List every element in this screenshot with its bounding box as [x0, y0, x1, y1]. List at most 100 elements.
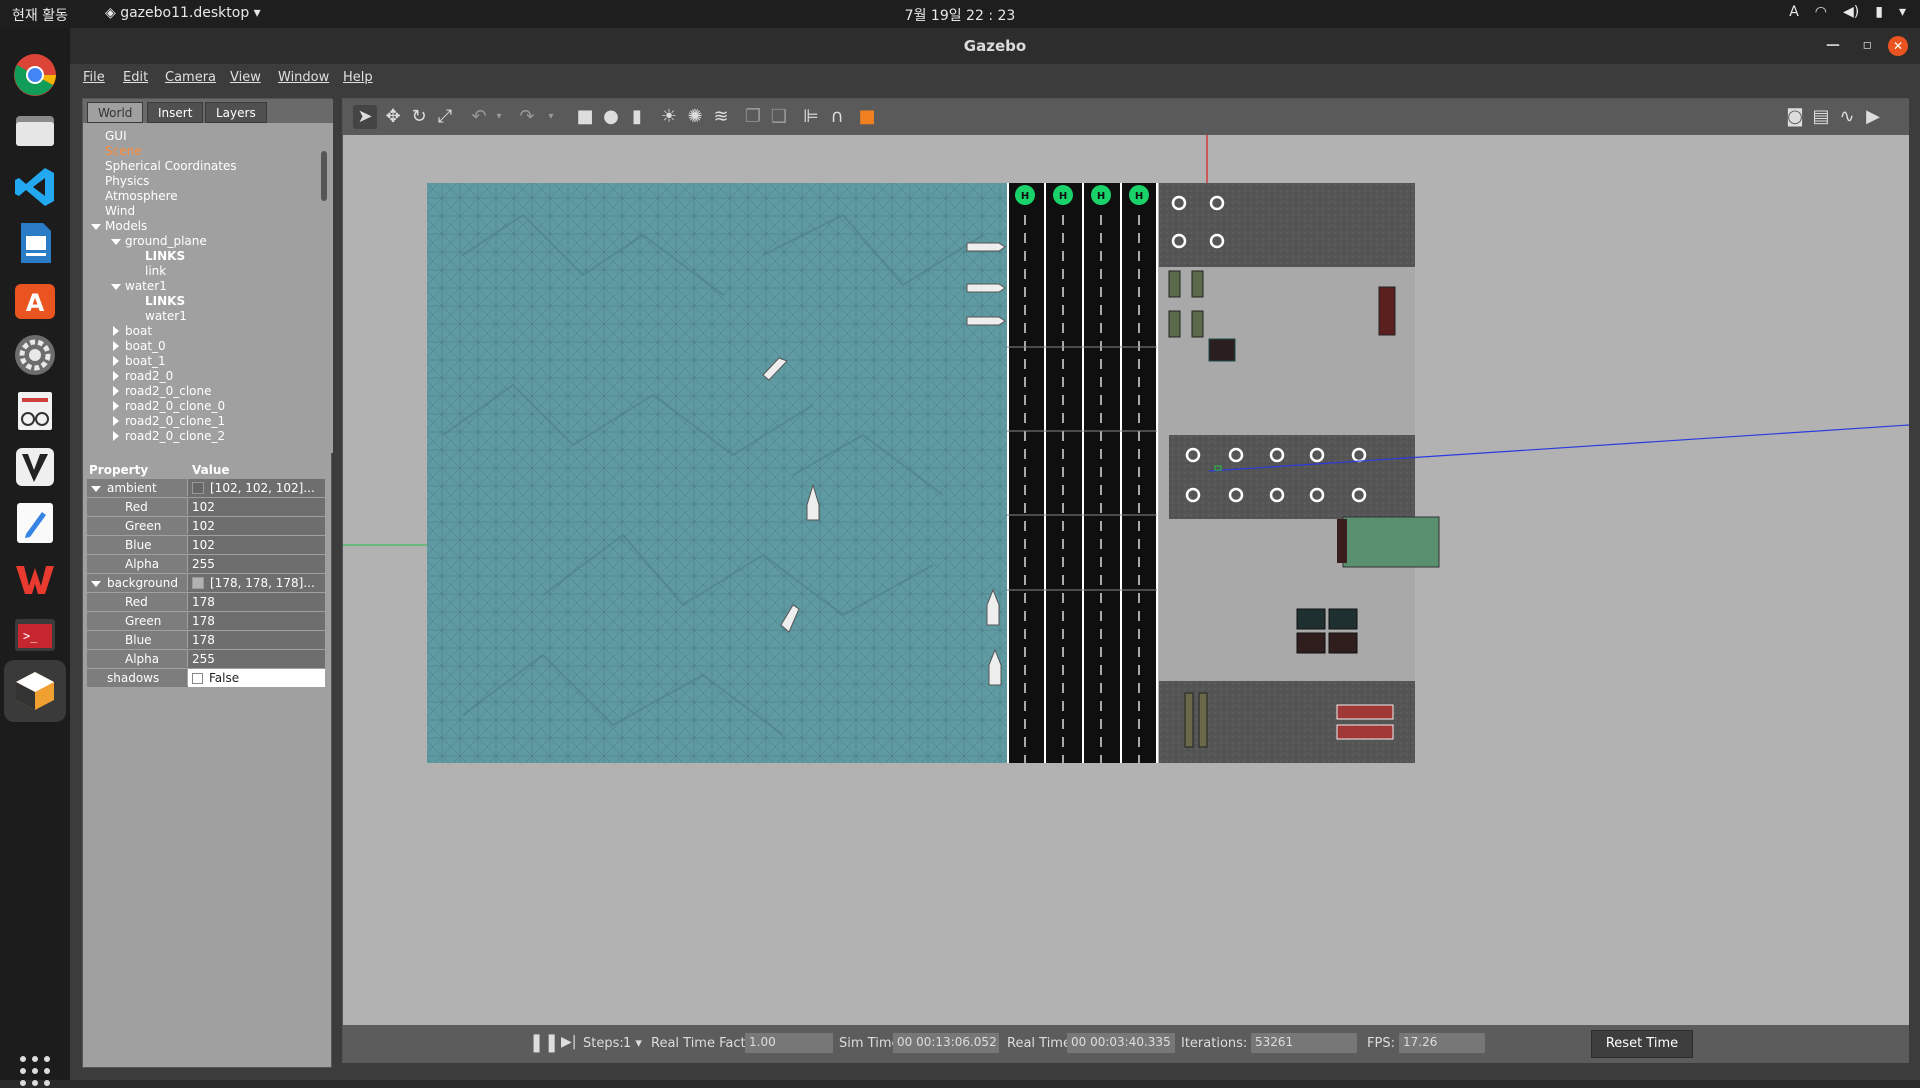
tree-item-road2-0-clone-1[interactable]: road2_0_clone_1 — [125, 414, 225, 428]
files-icon[interactable] — [12, 108, 58, 154]
tree-item-models[interactable]: Models — [105, 219, 147, 233]
expand-arrow-icon[interactable] — [91, 581, 101, 587]
road-strip[interactable] — [1007, 183, 1158, 763]
undo-history-chevron-icon[interactable]: ▾ — [487, 105, 511, 129]
tree-item-ground-plane[interactable]: ground_plane — [125, 234, 207, 248]
steps-spinbox[interactable]: 1 ▾ — [623, 1036, 642, 1051]
tree-scrollbar[interactable] — [321, 151, 327, 201]
sphere-shape-icon[interactable]: ● — [599, 105, 623, 129]
plot-icon[interactable]: ∿ — [1835, 105, 1859, 129]
select-mode-icon[interactable]: ➤ — [353, 105, 377, 129]
tree-item-water1-link[interactable]: water1 — [145, 309, 187, 323]
tree-item-scene[interactable]: Scene — [105, 144, 142, 158]
prop-alpha-value[interactable]: 255 — [188, 650, 325, 668]
translate-mode-icon[interactable]: ✥ — [381, 105, 405, 129]
prop-blue-value[interactable]: 102 — [188, 536, 325, 554]
menu-camera[interactable]: Camera — [165, 70, 216, 85]
tree-item-gui[interactable]: GUI — [105, 129, 127, 143]
prop-ambient[interactable]: ambient — [87, 479, 187, 497]
prop-ambient-value[interactable]: [102, 102, 102]... — [188, 479, 325, 497]
prop-background-value[interactable]: [178, 178, 178]... — [188, 574, 325, 592]
tree-item-road2-0[interactable]: road2_0 — [125, 369, 173, 383]
collapse-arrow-icon[interactable] — [113, 386, 119, 396]
prop-green-value[interactable]: 102 — [188, 517, 325, 535]
expand-arrow-icon[interactable] — [91, 486, 101, 492]
window-titlebar[interactable]: Gazebo — ▫ ✕ — [70, 28, 1920, 64]
pause-icon[interactable]: ❚❚ — [529, 1032, 559, 1053]
tree-item-links[interactable]: LINKS — [145, 294, 185, 308]
tree-item-boat-0[interactable]: boat_0 — [125, 339, 166, 353]
copy-icon[interactable]: ❐ — [741, 105, 765, 129]
scale-mode-icon[interactable]: ⤢ — [433, 105, 457, 129]
cylinder-shape-icon[interactable]: ▮ — [625, 105, 649, 129]
tab-layers[interactable]: Layers — [205, 102, 267, 123]
record-video-icon[interactable]: ▶ — [1861, 105, 1885, 129]
settings-icon[interactable] — [12, 332, 58, 378]
expand-arrow-icon[interactable] — [111, 239, 121, 245]
show-apps-icon[interactable] — [18, 1054, 52, 1088]
expand-arrow-icon[interactable] — [91, 224, 101, 230]
tree-item-physics[interactable]: Physics — [105, 174, 149, 188]
shadows-checkbox[interactable]: False — [188, 669, 325, 687]
3d-viewport[interactable]: H H H H — [343, 135, 1909, 1025]
collapse-arrow-icon[interactable] — [113, 326, 119, 336]
box-shape-icon[interactable]: ■ — [573, 105, 597, 129]
tab-insert[interactable]: Insert — [147, 102, 204, 123]
prop-red-value[interactable]: 178 — [188, 593, 325, 611]
change-view-icon[interactable]: ■ — [855, 105, 879, 129]
parking-lot-top[interactable] — [1159, 183, 1415, 267]
software-store-icon[interactable]: A — [12, 276, 58, 322]
expand-arrow-icon[interactable] — [111, 284, 121, 290]
minimize-icon[interactable]: — — [1826, 37, 1840, 53]
tree-item-link[interactable]: link — [145, 264, 166, 278]
tab-world[interactable]: World — [87, 102, 144, 123]
vscode-icon[interactable] — [12, 164, 58, 210]
redo-icon[interactable]: ↷ — [515, 105, 539, 129]
paste-icon[interactable]: ❑ — [767, 105, 791, 129]
menu-help[interactable]: Help — [343, 70, 373, 85]
input-method-indicator[interactable]: A — [1789, 4, 1799, 20]
document-viewer-icon[interactable] — [12, 388, 58, 434]
rotate-mode-icon[interactable]: ↻ — [407, 105, 431, 129]
screenshot-icon[interactable]: ◙ — [1783, 105, 1807, 129]
prop-blue-value[interactable]: 178 — [188, 631, 325, 649]
app-menu[interactable]: ◈ gazebo11.desktop ▾ — [105, 5, 261, 21]
maximize-icon[interactable]: ▫ — [1863, 37, 1873, 53]
terminal-icon[interactable]: >_ — [12, 612, 58, 658]
snap-icon[interactable]: ∩ — [825, 105, 849, 129]
close-icon[interactable]: ✕ — [1888, 36, 1908, 56]
writer-icon[interactable] — [12, 220, 58, 266]
text-editor-icon[interactable] — [12, 500, 58, 546]
prop-red-value[interactable]: 102 — [188, 498, 325, 516]
tree-item-wind[interactable]: Wind — [105, 204, 135, 218]
point-light-icon[interactable]: ☀ — [657, 105, 681, 129]
tree-item-links[interactable]: LINKS — [145, 249, 185, 263]
parking-lot-middle[interactable] — [1169, 435, 1415, 519]
collapse-arrow-icon[interactable] — [113, 356, 119, 366]
redo-history-chevron-icon[interactable]: ▾ — [539, 105, 563, 129]
collapse-arrow-icon[interactable] — [113, 341, 119, 351]
prop-green-value[interactable]: 178 — [188, 612, 325, 630]
prop-background[interactable]: background — [87, 574, 187, 592]
collapse-arrow-icon[interactable] — [113, 371, 119, 381]
system-tray[interactable]: A ◠ ◀) ▮ ▾ — [1789, 4, 1906, 20]
prop-alpha-value[interactable]: 255 — [188, 555, 325, 573]
tree-item-atmosphere[interactable]: Atmosphere — [105, 189, 178, 203]
clock[interactable]: 7월 19일 22 : 23 — [0, 5, 1920, 25]
reset-time-button[interactable]: Reset Time — [1591, 1030, 1693, 1058]
collapse-arrow-icon[interactable] — [113, 416, 119, 426]
step-icon[interactable]: ▶| — [561, 1034, 576, 1050]
align-icon[interactable]: ⊫ — [799, 105, 823, 129]
directional-light-icon[interactable]: ≋ — [709, 105, 733, 129]
menu-edit[interactable]: Edit — [123, 70, 148, 85]
menu-file[interactable]: File — [83, 70, 105, 85]
tree-item-water1[interactable]: water1 — [125, 279, 167, 293]
tree-item-boat-1[interactable]: boat_1 — [125, 354, 166, 368]
tree-item-road2-0-clone-2[interactable]: road2_0_clone_2 — [125, 429, 225, 443]
menu-window[interactable]: Window — [278, 70, 329, 85]
collapse-arrow-icon[interactable] — [113, 401, 119, 411]
gazebo-icon[interactable] — [12, 668, 58, 714]
wps-office-icon[interactable] — [12, 556, 58, 602]
chrome-icon[interactable] — [12, 52, 58, 98]
spot-light-icon[interactable]: ✺ — [683, 105, 707, 129]
